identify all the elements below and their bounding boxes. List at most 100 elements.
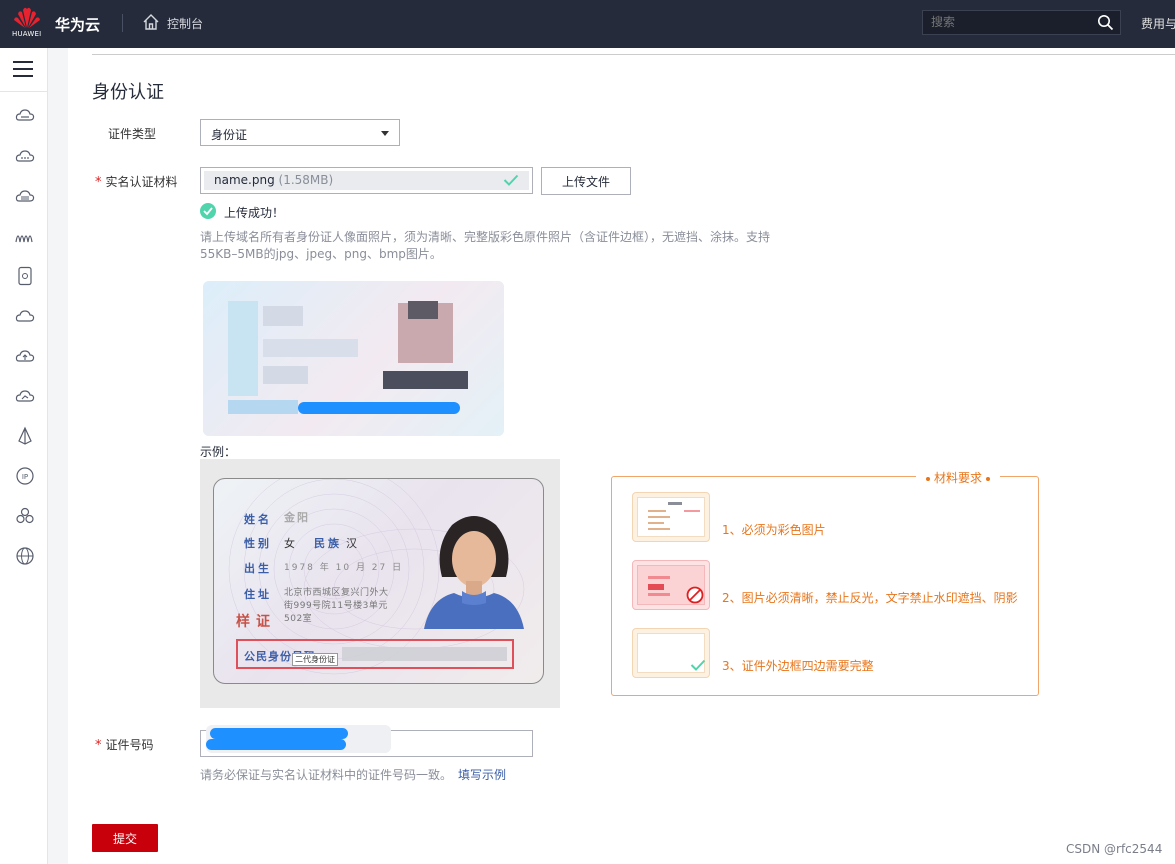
upload-help-text: 请上传域名所有者身份证人像面照片，须为清晰、完整版彩色原件照片（含证件边框），无… [200, 229, 790, 263]
preview-block [263, 306, 303, 326]
file-chip: name.png (1.58MB) [204, 171, 529, 190]
sample-id-image: 姓名 金阳 性别 女 民族 汉 出生 1978 年 10 月 27 日 住址 北… [200, 459, 560, 708]
file-name: name.png (1.58MB) [214, 173, 333, 187]
sample-name-value: 金阳 [284, 511, 310, 524]
id-number-hint: 请务必保证与实名认证材料中的证件号码一致。 填写示例 [200, 766, 506, 783]
logo-text: HUAWEI [12, 30, 42, 38]
cloud-icon[interactable] [15, 306, 35, 326]
requirement-item-3: 3、证件外边框四边需要完整 [722, 659, 874, 673]
content-top-divider [92, 54, 1175, 55]
sample-ethnic-label: 民族 [314, 537, 342, 550]
search-input[interactable] [931, 15, 1091, 29]
thumb-line [648, 522, 664, 524]
thumb-card [637, 565, 705, 605]
requirement-thumb-clear [632, 560, 710, 610]
cloud-server-icon[interactable] [15, 106, 35, 126]
dot-icon [986, 476, 991, 481]
header-divider [122, 14, 123, 32]
cloud-more-icon[interactable] [15, 146, 35, 166]
required-mark: * [95, 175, 102, 190]
cdn-wave-icon[interactable] [15, 226, 35, 246]
sample-address-line-3: 502室 [284, 614, 313, 624]
upload-success-text: 上传成功！ [224, 206, 285, 220]
id-number-mask-bar [206, 739, 346, 750]
success-check-circle-icon [200, 203, 216, 219]
sample-ethnic-value: 汉 [346, 537, 359, 550]
storage-icon[interactable] [15, 266, 35, 286]
sidebar: IP [0, 48, 48, 864]
required-mark: * [95, 738, 102, 753]
search-box[interactable] [922, 10, 1121, 35]
brand-name[interactable]: 华为云 [55, 14, 100, 35]
home-icon[interactable] [142, 13, 160, 31]
ip-icon[interactable]: IP [15, 466, 35, 486]
preview-shoulder-block [383, 371, 468, 389]
sample-id-number-blur [342, 647, 507, 661]
file-size: (1.58MB) [278, 173, 334, 187]
upload-file-button[interactable]: 上传文件 [541, 167, 631, 195]
billing-link[interactable]: 费用与 [1141, 15, 1175, 32]
thumb-line [668, 502, 682, 505]
preview-block [228, 400, 298, 414]
help-line-1: 请上传域名所有者身份证人像面照片，须为清晰、完整版彩色原件照片（含证件边框），无… [200, 230, 771, 244]
content-gutter [48, 48, 68, 864]
svg-text:IP: IP [22, 473, 28, 481]
file-field[interactable]: name.png (1.58MB) [200, 167, 533, 194]
cloud-upload-icon[interactable] [15, 346, 35, 366]
preview-hair-block [408, 301, 438, 319]
thumb-line [684, 510, 700, 512]
requirement-item-2: 2、图片必须清晰，禁止反光，文字禁止水印遮挡、阴影 [722, 591, 1018, 605]
sample-address-label: 住址 [244, 588, 272, 601]
id-number-hint-text: 请务必保证与实名认证材料中的证件号码一致。 [200, 768, 453, 782]
id-number-label: * 证件号码 [95, 736, 154, 753]
top-bar: HUAWEI 华为云 控制台 费用与 [0, 0, 1175, 48]
cloud-monitor-icon[interactable] [15, 386, 35, 406]
sample-birth-label: 出生 [244, 562, 272, 575]
globe-icon[interactable] [15, 546, 35, 566]
preview-mask-bar [298, 402, 460, 414]
thumb-line [648, 576, 670, 579]
thumb-line [648, 528, 670, 530]
cert-type-label: 证件类型 [108, 127, 157, 141]
thumb-glare [648, 584, 664, 590]
sidebar-divider [0, 91, 48, 92]
cloud-db-icon[interactable] [15, 186, 35, 206]
sample-tooltip: 二代身份证 [292, 653, 338, 666]
search-icon[interactable] [1097, 14, 1114, 31]
thumb-card [637, 497, 705, 537]
id-number-mask-bar [210, 728, 348, 739]
sail-icon[interactable] [15, 426, 35, 446]
sample-address-line-2: 街999号院11号楼3单元 [284, 601, 388, 611]
forbidden-icon [686, 586, 704, 604]
requirement-item-1: 1、必须为彩色图片 [722, 523, 826, 537]
cert-type-select[interactable]: 身份证 [200, 119, 400, 146]
thumb-line [648, 510, 666, 512]
submit-button[interactable]: 提交 [92, 824, 158, 852]
sample-portrait [424, 516, 524, 629]
menu-icon[interactable] [12, 60, 34, 78]
uploaded-image-preview [203, 281, 504, 436]
material-label: * 实名认证材料 [95, 173, 178, 190]
thumb-card [637, 633, 706, 673]
preview-block [263, 366, 308, 384]
preview-block [228, 301, 258, 396]
sample-id-card: 姓名 金阳 性别 女 民族 汉 出生 1978 年 10 月 27 日 住址 北… [213, 478, 544, 684]
id-number-label-text: 证件号码 [105, 738, 154, 752]
page-title: 身份认证 [92, 82, 164, 103]
cluster-icon[interactable] [15, 506, 35, 526]
fill-example-link[interactable]: 填写示例 [458, 768, 506, 782]
requirements-title-text: 材料要求 [934, 471, 983, 485]
console-link[interactable]: 控制台 [167, 15, 203, 32]
material-label-text: 实名认证材料 [105, 175, 178, 189]
preview-block [263, 339, 358, 357]
thumb-line [648, 516, 670, 518]
example-label: 示例： [200, 445, 237, 459]
thumb-line [648, 593, 670, 596]
sample-birth-value: 1978 年 10 月 27 日 [284, 563, 404, 573]
sample-address-line-1: 北京市西城区复兴门外大 [284, 588, 389, 598]
requirement-thumb-border [632, 628, 710, 678]
chevron-down-icon [381, 131, 389, 136]
dot-icon [926, 476, 930, 481]
sample-stamp: 样证 [236, 614, 276, 630]
cert-type-value: 身份证 [211, 128, 248, 142]
